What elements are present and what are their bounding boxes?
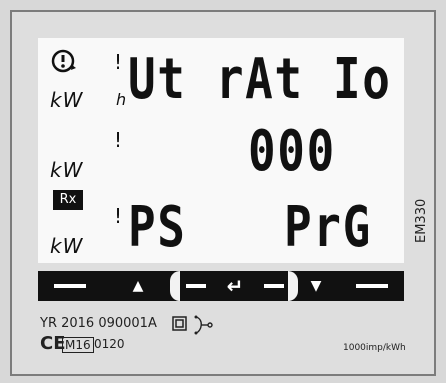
network-icon [194, 315, 213, 335]
enter-group-left-bracket [170, 271, 180, 301]
enter-left-dash [186, 284, 206, 288]
pulse-constant: 1000imp/kWh [343, 343, 406, 353]
row1-marker: ! [114, 50, 123, 74]
enter-arrow-icon: ↵ [226, 274, 244, 298]
enter-group-right-bracket [288, 271, 298, 301]
row1-h-marker: h [116, 90, 128, 109]
row2-unit-label: kW [50, 158, 84, 182]
enter-button[interactable]: ↵ [180, 271, 290, 301]
meter-front: ! kW h Ut rAt Io ! kW 000 ! kW PS PrG Rx… [0, 0, 446, 383]
down-button[interactable]: ▼ [304, 271, 328, 301]
serial-label: YR 2016 090001A [40, 316, 157, 331]
model-label: EM330 [414, 198, 429, 243]
row2-value: 000 [248, 119, 336, 184]
row3-left-text: PS [128, 195, 187, 260]
enter-right-dash [264, 284, 284, 288]
right-dash [356, 284, 388, 288]
button-bar: ▲ ↵ ▼ [38, 271, 404, 301]
alarm-icon [51, 49, 76, 73]
row3-unit-label: kW [50, 234, 84, 258]
rx-badge: Rx [53, 190, 83, 210]
left-dash [54, 284, 86, 288]
row2-marker: ! [114, 128, 123, 152]
row1-unit-label: kW [50, 88, 84, 112]
metrology-mark: M16 [62, 337, 94, 353]
down-arrow-icon: ▼ [310, 278, 322, 294]
up-arrow-icon: ▲ [132, 278, 144, 294]
up-button[interactable]: ▲ [126, 271, 150, 301]
double-insulation-icon [172, 316, 187, 331]
notified-body-code: 0120 [94, 337, 125, 351]
row1-text: Ut rAt Io [128, 47, 392, 112]
row3-marker: ! [114, 204, 123, 228]
row3-right-text: PrG [284, 195, 372, 260]
lcd-display: ! kW h Ut rAt Io ! kW 000 ! kW PS PrG [38, 38, 404, 263]
